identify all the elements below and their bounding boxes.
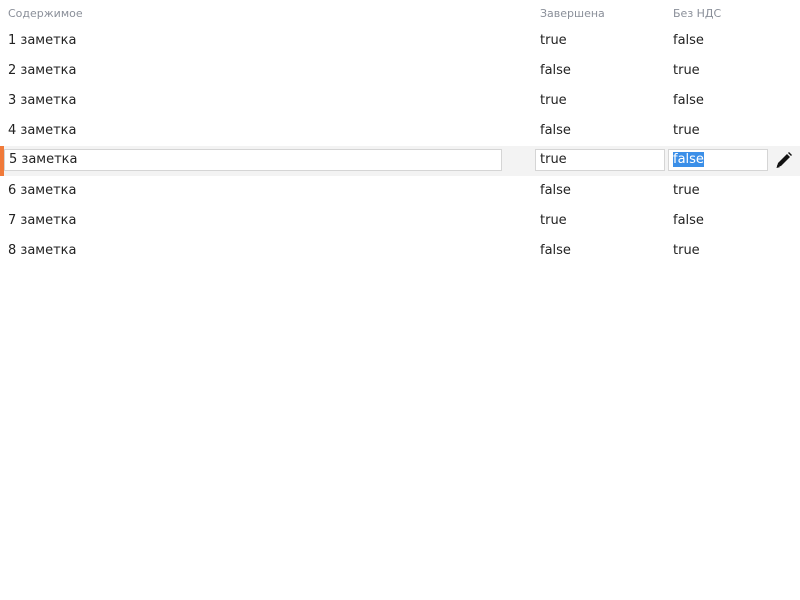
cell-no-vat: true — [673, 123, 700, 138]
cell-no-vat: false — [673, 33, 704, 48]
cell-completed: false — [540, 123, 571, 138]
completed-edit-value: true — [540, 152, 567, 167]
cell-completed: false — [540, 183, 571, 198]
cell-completed: true — [540, 33, 567, 48]
cell-completed: false — [540, 243, 571, 258]
table-row[interactable]: 6 заметка false true — [0, 176, 800, 206]
cell-no-vat: true — [673, 63, 700, 78]
table-row[interactable]: 8 заметка false true — [0, 236, 800, 266]
no-vat-selected-text: false — [673, 152, 704, 167]
completed-edit-input[interactable]: true — [535, 149, 665, 171]
cell-content: 3 заметка — [8, 93, 77, 108]
table-row[interactable]: 1 заметка true false — [0, 26, 800, 56]
cell-content: 4 заметка — [8, 123, 77, 138]
column-header-completed[interactable]: Завершена — [540, 7, 605, 20]
cell-completed: true — [540, 213, 567, 228]
table-row-editing[interactable]: 5 заметка true false — [0, 146, 800, 176]
content-edit-value: 5 заметка — [9, 152, 78, 167]
cell-content: 7 заметка — [8, 213, 77, 228]
content-edit-input[interactable]: 5 заметка — [4, 149, 502, 171]
column-header-no-vat[interactable]: Без НДС — [673, 7, 721, 20]
grid-header: Содержимое Завершена Без НДС — [0, 0, 800, 26]
table-row[interactable]: 7 заметка true false — [0, 206, 800, 236]
cell-no-vat: false — [673, 213, 704, 228]
pencil-icon[interactable] — [774, 152, 794, 170]
table-row[interactable]: 2 заметка false true — [0, 56, 800, 86]
cell-completed: false — [540, 63, 571, 78]
cell-completed: true — [540, 93, 567, 108]
cell-content: 6 заметка — [8, 183, 77, 198]
cell-content: 1 заметка — [8, 33, 77, 48]
table-row[interactable]: 3 заметка true false — [0, 86, 800, 116]
cell-content: 2 заметка — [8, 63, 77, 78]
cell-no-vat: false — [673, 93, 704, 108]
no-vat-edit-input[interactable]: false — [668, 149, 768, 171]
notes-grid: Содержимое Завершена Без НДС 1 заметка t… — [0, 0, 800, 266]
cell-no-vat: true — [673, 243, 700, 258]
table-row[interactable]: 4 заметка false true — [0, 116, 800, 146]
cell-content: 8 заметка — [8, 243, 77, 258]
column-header-content[interactable]: Содержимое — [8, 7, 83, 20]
cell-no-vat: true — [673, 183, 700, 198]
